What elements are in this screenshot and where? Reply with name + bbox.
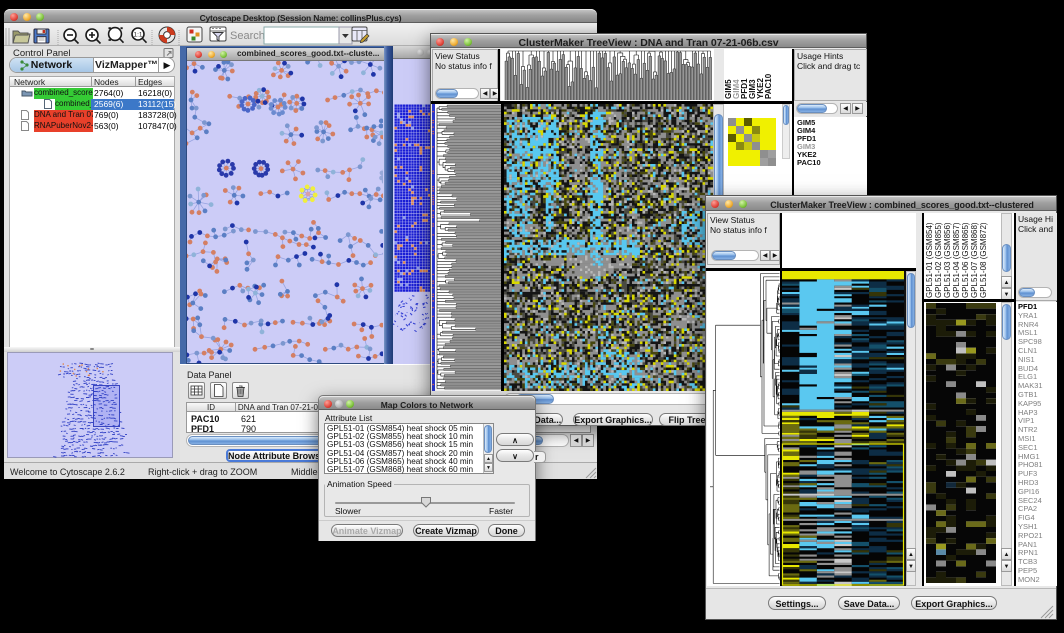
svg-text:PAC10: PAC10 — [764, 73, 773, 99]
svg-text:GPL51-03 (GSM856): GPL51-03 (GSM856) — [943, 222, 952, 298]
svg-text:Search:: Search: — [230, 30, 268, 42]
svg-text:GPL51-08 (GSM872): GPL51-08 (GSM872) — [979, 222, 988, 298]
svg-text:GPL51-02 (GSM855): GPL51-02 (GSM855) — [934, 222, 943, 298]
svg-text:GPL51-06 (GSM865): GPL51-06 (GSM865) — [961, 222, 970, 298]
svg-text:1:1: 1:1 — [134, 32, 143, 39]
svg-text:GPL51-04 (GSM857): GPL51-04 (GSM857) — [952, 222, 961, 298]
svg-text:GPL51-01 (GSM854): GPL51-01 (GSM854) — [925, 222, 934, 298]
svg-text:GPL51-07 (GSM868): GPL51-07 (GSM868) — [970, 222, 979, 298]
